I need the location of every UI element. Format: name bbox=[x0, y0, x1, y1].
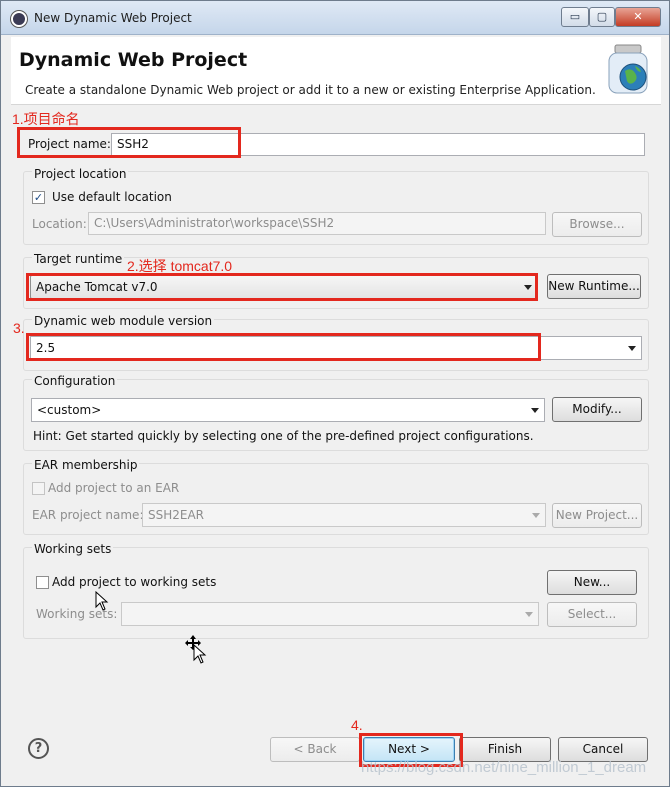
location-input[interactable]: C:\Users\Administrator\workspace\SSH2 bbox=[88, 212, 546, 235]
working-sets-label: Working sets bbox=[32, 542, 114, 556]
new-working-set-button[interactable]: New... bbox=[547, 570, 637, 595]
minimize-button[interactable]: ▭ bbox=[561, 7, 589, 27]
select-working-sets-button[interactable]: Select... bbox=[547, 602, 637, 627]
maximize-button[interactable]: ▢ bbox=[589, 7, 615, 27]
module-version-value: 2.5 bbox=[36, 341, 56, 355]
configuration-value: <custom> bbox=[37, 403, 102, 417]
target-runtime-value: Apache Tomcat v7.0 bbox=[36, 280, 158, 294]
chevron-down-icon bbox=[628, 346, 636, 351]
ear-project-value: SSH2EAR bbox=[148, 508, 205, 522]
add-to-working-sets-checkbox[interactable] bbox=[36, 576, 49, 589]
help-icon[interactable]: ? bbox=[28, 738, 49, 759]
dialog-window: New Dynamic Web Project ▭ ▢ ✕ Dynamic We… bbox=[0, 0, 670, 787]
chevron-down-icon bbox=[532, 513, 540, 518]
chevron-down-icon bbox=[524, 285, 532, 290]
browse-button[interactable]: Browse... bbox=[552, 212, 642, 237]
arrow-cursor-icon bbox=[95, 591, 109, 611]
location-label: Location: bbox=[32, 217, 87, 231]
configuration-hint: Hint: Get started quickly by selecting o… bbox=[33, 429, 534, 443]
add-to-ear-label: Add project to an EAR bbox=[48, 481, 180, 495]
project-name-label: Project name: bbox=[28, 137, 111, 151]
step3-annotation: 3. bbox=[13, 320, 25, 336]
chevron-down-icon bbox=[531, 408, 539, 413]
configuration-label: Configuration bbox=[32, 374, 118, 388]
project-name-input[interactable]: SSH2 bbox=[111, 133, 645, 156]
window-title: New Dynamic Web Project bbox=[34, 11, 192, 25]
ear-project-dropdown[interactable]: SSH2EAR bbox=[142, 503, 546, 527]
working-sets-dropdown[interactable] bbox=[121, 602, 539, 626]
step4-annotation: 4. bbox=[351, 717, 363, 733]
add-to-working-sets-label: Add project to working sets bbox=[52, 575, 217, 589]
modify-button[interactable]: Modify... bbox=[552, 397, 642, 422]
add-to-ear-checkbox[interactable] bbox=[32, 482, 45, 495]
ear-project-name-label: EAR project name: bbox=[32, 508, 144, 522]
module-version-dropdown[interactable]: 2.5 bbox=[30, 336, 642, 360]
ear-membership-label: EAR membership bbox=[32, 458, 140, 472]
chevron-down-icon bbox=[525, 612, 533, 617]
page-description: Create a standalone Dynamic Web project … bbox=[25, 83, 596, 97]
web-project-jar-icon bbox=[605, 41, 651, 97]
target-runtime-dropdown[interactable]: Apache Tomcat v7.0 bbox=[30, 275, 538, 299]
page-title: Dynamic Web Project bbox=[19, 49, 248, 71]
step2-annotation: 2.选择 tomcat7.0 bbox=[127, 258, 233, 274]
use-default-location-label: Use default location bbox=[52, 190, 172, 204]
back-button[interactable]: < Back bbox=[270, 737, 360, 762]
step1-annotation: 1.项目命名 bbox=[12, 111, 80, 127]
new-project-button[interactable]: New Project... bbox=[552, 503, 642, 528]
close-button[interactable]: ✕ bbox=[615, 7, 661, 27]
project-location-label: Project location bbox=[32, 167, 129, 181]
move-cursor-icon bbox=[185, 635, 207, 664]
new-runtime-button[interactable]: New Runtime... bbox=[547, 274, 641, 299]
use-default-location-checkbox[interactable]: ✓ bbox=[32, 191, 45, 204]
eclipse-icon bbox=[11, 11, 27, 27]
module-version-label: Dynamic web module version bbox=[32, 314, 215, 328]
configuration-dropdown[interactable]: <custom> bbox=[31, 398, 545, 422]
wizard-header: Dynamic Web Project Create a standalone … bbox=[11, 37, 661, 105]
title-bar[interactable]: New Dynamic Web Project ▭ ▢ ✕ bbox=[1, 1, 669, 35]
watermark-text: https://blog.csdn.net/nine_million_1_dre… bbox=[361, 759, 647, 776]
target-runtime-label: Target runtime bbox=[32, 252, 125, 266]
